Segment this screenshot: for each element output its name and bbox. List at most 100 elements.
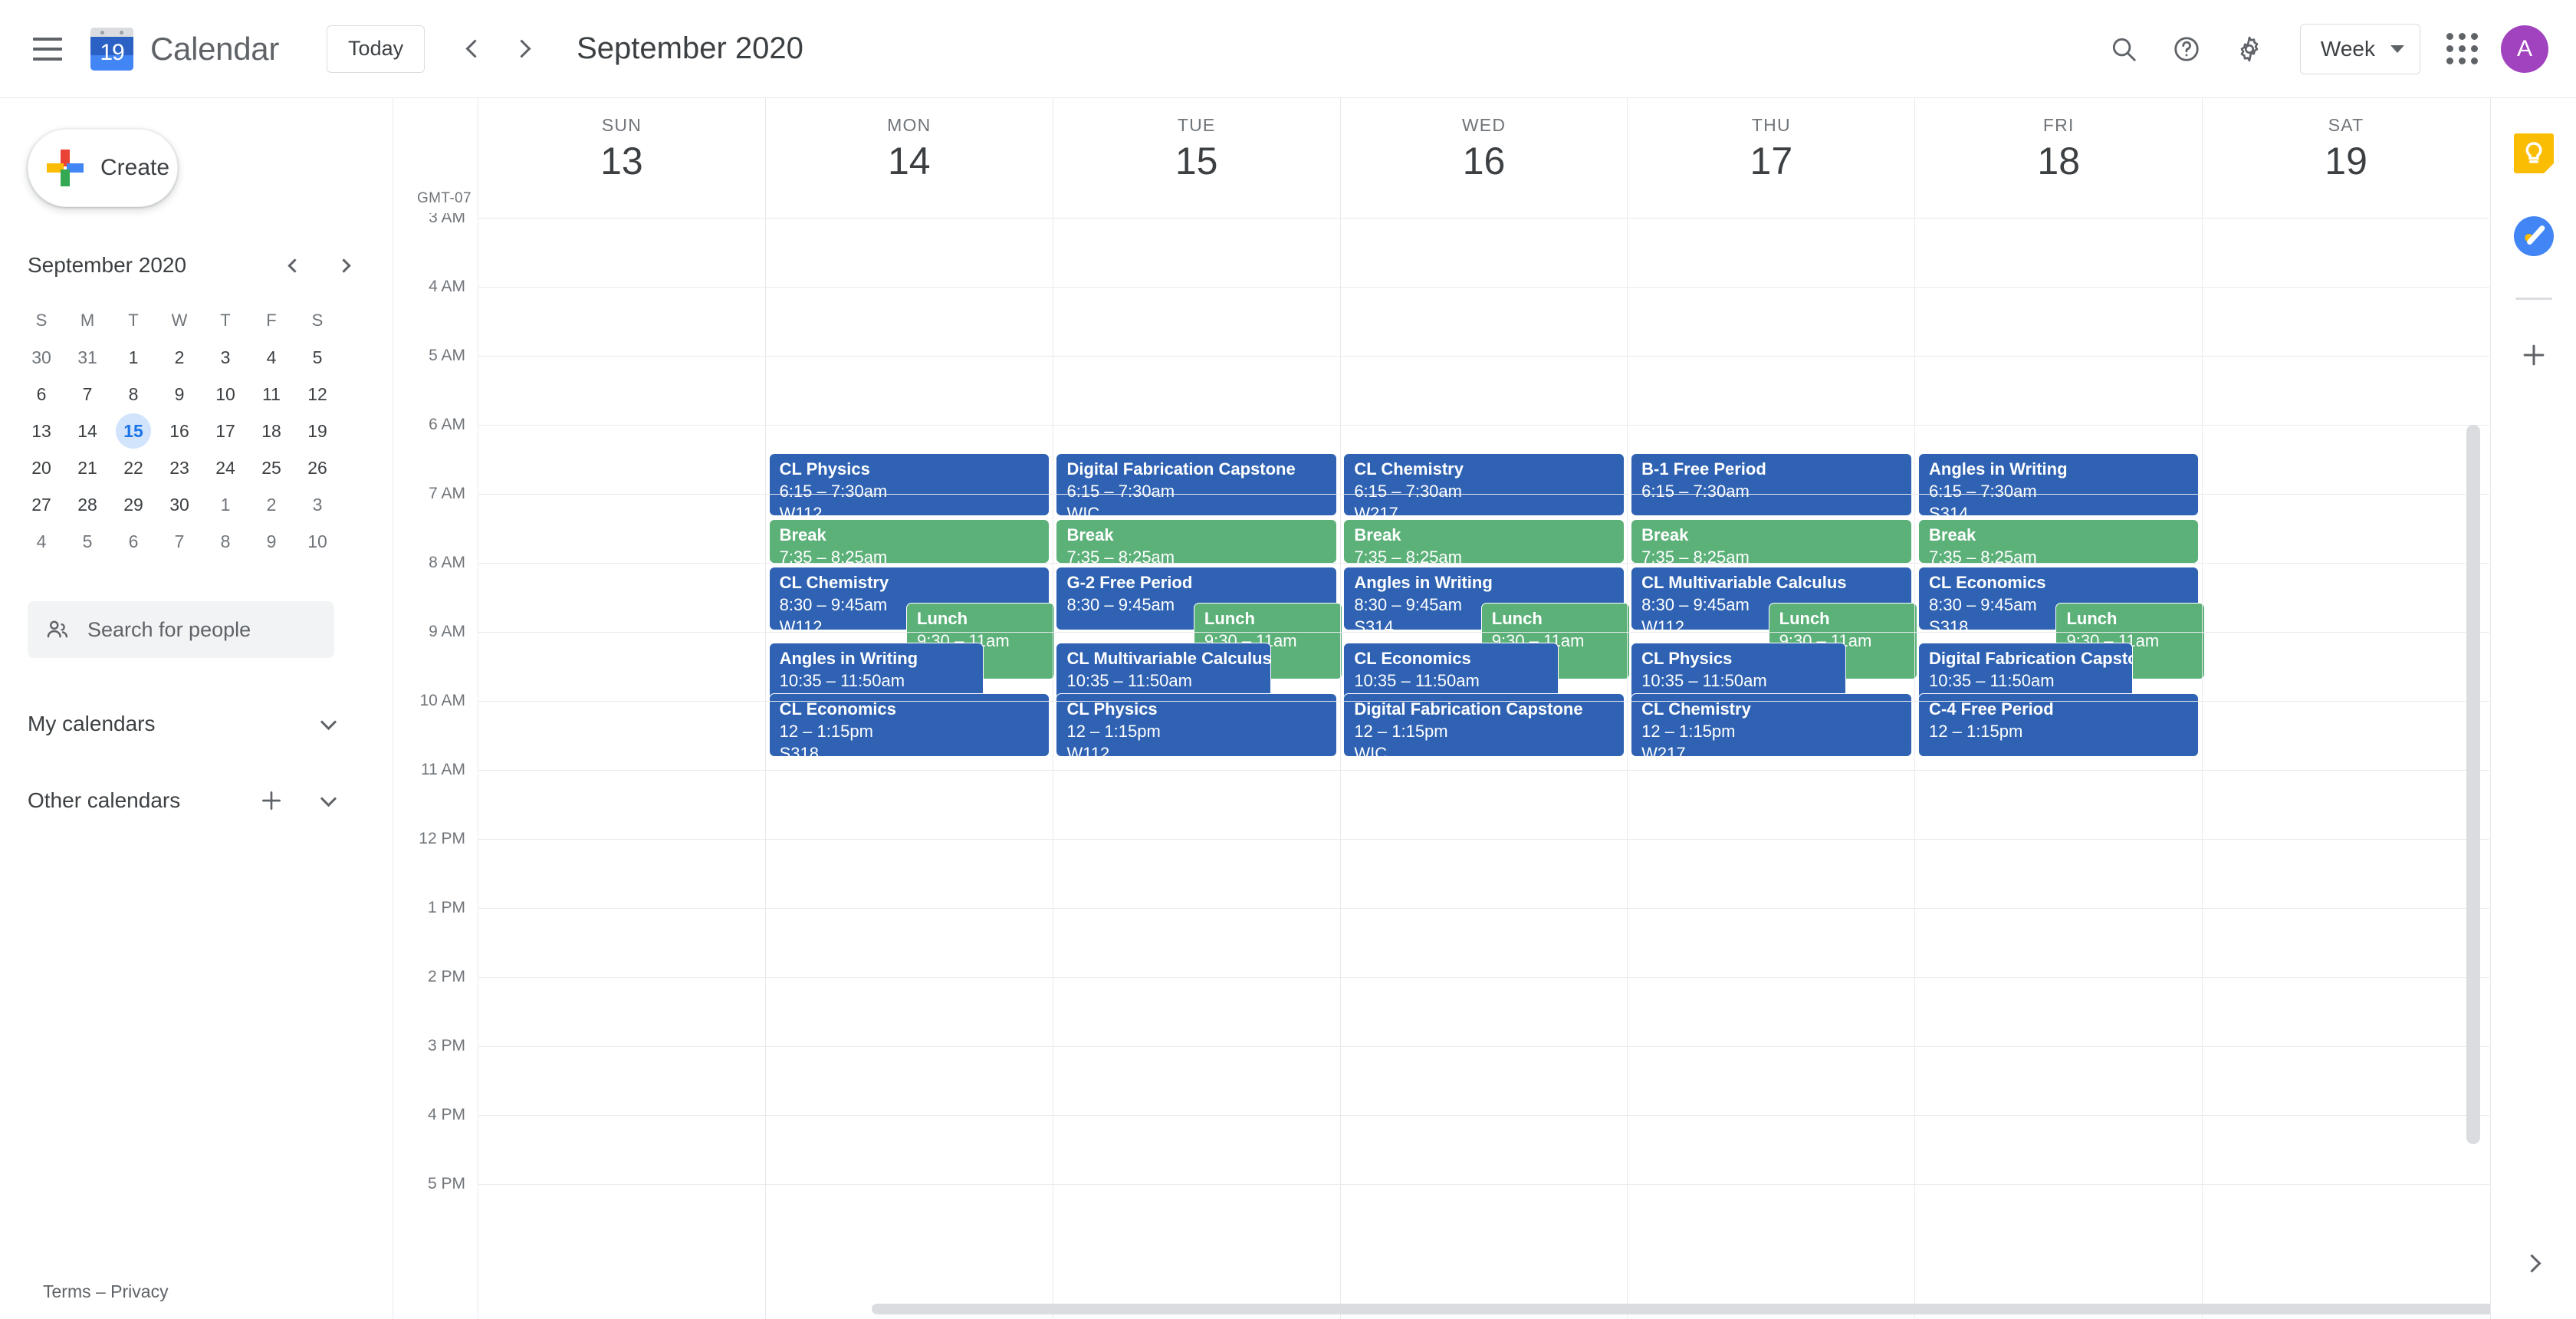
mini-calendar-day[interactable]: 16	[156, 413, 202, 449]
mini-calendar-day[interactable]: 12	[294, 376, 340, 413]
day-header-sun[interactable]: SUN 13	[478, 98, 765, 213]
mini-calendar-day[interactable]: 10	[294, 523, 340, 560]
calendar-event[interactable]: Digital Fabrication Capstone 12 – 1:15pm W…	[1343, 693, 1625, 757]
mini-calendar-day[interactable]: 30	[18, 339, 64, 376]
mini-calendar-day[interactable]: 5	[64, 523, 110, 560]
event-time: 6:15 – 7:30am	[1066, 481, 1175, 501]
mini-calendar-day[interactable]: 6	[18, 376, 64, 413]
mini-calendar-day[interactable]: 2	[156, 339, 202, 376]
calendar-event[interactable]: Digital Fabrication Capstone 6:15 – 7:30a…	[1056, 453, 1337, 516]
previous-period-button[interactable]	[448, 24, 498, 74]
day-header-thu[interactable]: THU 17	[1627, 98, 1914, 213]
day-header-tue[interactable]: TUE 15	[1052, 98, 1340, 213]
mini-calendar-day[interactable]: 30	[156, 486, 202, 523]
mini-calendar-day[interactable]: 7	[64, 376, 110, 413]
mini-calendar-day[interactable]: 4	[18, 523, 64, 560]
mini-calendar-day[interactable]: 9	[156, 376, 202, 413]
search-for-people-input[interactable]: Search for people	[28, 601, 334, 658]
mini-calendar-day[interactable]: 31	[64, 339, 110, 376]
tasks-button[interactable]	[2506, 209, 2561, 264]
help-button[interactable]	[2159, 21, 2214, 77]
my-calendars-collapse-button[interactable]	[307, 702, 350, 745]
calendar-event[interactable]: Break 7:35 – 8:25am	[1343, 519, 1625, 564]
mini-calendar-day[interactable]: 13	[18, 413, 64, 449]
mini-calendar-day[interactable]: 6	[110, 523, 156, 560]
mini-calendar-day[interactable]: 17	[202, 413, 248, 449]
calendar-event[interactable]: CL Chemistry 12 – 1:15pm W217	[1631, 693, 1912, 757]
mini-calendar-day[interactable]: 25	[248, 449, 294, 486]
mini-calendar-day[interactable]: 27	[18, 486, 64, 523]
add-addon-button[interactable]	[2506, 327, 2561, 383]
mini-calendar-day[interactable]: 24	[202, 449, 248, 486]
search-button[interactable]	[2096, 21, 2151, 77]
google-apps-button[interactable]	[2446, 33, 2478, 64]
calendar-scroll-area[interactable]: 3 AM 4 AM 5 AM 6 AM 7 AM 8 AM 9 AM 10 AM 11 AM 12…	[393, 213, 2489, 1319]
mini-calendar-day[interactable]: 26	[294, 449, 340, 486]
day-column-fri[interactable]: Angles in Writing 6:15 – 7:30am S314 Break 7…	[1914, 213, 2205, 1319]
mini-prev-month-button[interactable]	[273, 245, 313, 285]
day-column-thu[interactable]: B-1 Free Period 6:15 – 7:30am Break 7:35 – …	[1627, 213, 1918, 1319]
mini-calendar-day[interactable]: 2	[248, 486, 294, 523]
hamburger-icon[interactable]	[28, 29, 67, 69]
day-column-mon[interactable]: CL Physics 6:15 – 7:30am W112 Break 7:35 – 8…	[764, 213, 1056, 1319]
avatar[interactable]: A	[2501, 25, 2548, 73]
day-header-wed[interactable]: WED 16	[1339, 98, 1628, 213]
mini-calendar-day[interactable]: 23	[156, 449, 202, 486]
mini-calendar-day[interactable]: 29	[110, 486, 156, 523]
calendar-event[interactable]: B-1 Free Period 6:15 – 7:30am	[1631, 453, 1912, 516]
mini-calendar-day[interactable]: 22	[110, 449, 156, 486]
add-other-calendar-button[interactable]	[250, 779, 293, 822]
calendar-event[interactable]: CL Physics 12 – 1:15pm W112	[1056, 693, 1337, 757]
calendar-event[interactable]: C-4 Free Period 12 – 1:15pm	[1918, 693, 2200, 757]
calendar-event[interactable]: CL Economics 12 – 1:15pm S318	[768, 693, 1050, 757]
calendar-event[interactable]: Break 7:35 – 8:25am	[768, 519, 1050, 564]
app-logo[interactable]: 19 Calendar	[90, 27, 279, 71]
mini-calendar-day[interactable]: 3	[294, 486, 340, 523]
mini-calendar-day[interactable]: 1	[110, 339, 156, 376]
view-selector[interactable]: Week	[2299, 23, 2420, 74]
mini-calendar-day[interactable]: 28	[64, 486, 110, 523]
mini-calendar-day[interactable]: 7	[156, 523, 202, 560]
next-period-button[interactable]	[498, 24, 549, 74]
day-header-fri[interactable]: FRI 18	[1914, 98, 2202, 213]
other-calendars-section[interactable]: Other calendars	[28, 768, 350, 833]
day-header-mon[interactable]: MON 14	[764, 98, 1053, 213]
mini-calendar-day[interactable]: 11	[248, 376, 294, 413]
calendar-event[interactable]: CL Physics 6:15 – 7:30am W112	[768, 453, 1050, 516]
calendar-event[interactable]: Angles in Writing 6:15 – 7:30am S314	[1918, 453, 2200, 516]
mini-calendar-day[interactable]: 3	[202, 339, 248, 376]
day-column-wed[interactable]: CL Chemistry 6:15 – 7:30am W217 Break 7:35 –…	[1339, 213, 1631, 1319]
day-column-sun[interactable]	[478, 213, 765, 1319]
mini-calendar-day[interactable]: 9	[248, 523, 294, 560]
settings-button[interactable]	[2222, 21, 2277, 77]
calendar-event[interactable]: Break 7:35 – 8:25am	[1631, 519, 1912, 564]
mini-calendar-day[interactable]: 10	[202, 376, 248, 413]
mini-next-month-button[interactable]	[325, 245, 365, 285]
other-calendars-collapse-button[interactable]	[307, 779, 350, 822]
vertical-scrollbar[interactable]	[2466, 425, 2480, 1144]
mini-calendar-day[interactable]: 8	[110, 376, 156, 413]
calendar-event[interactable]: CL Chemistry 6:15 – 7:30am W217	[1343, 453, 1625, 516]
my-calendars-section[interactable]: My calendars	[28, 692, 350, 756]
mini-calendar-day[interactable]: 18	[248, 413, 294, 449]
horizontal-scrollbar[interactable]	[872, 1304, 2576, 1314]
mini-calendar-day[interactable]: 5	[294, 339, 340, 376]
footer-links[interactable]: Terms – Privacy	[43, 1281, 169, 1302]
day-column-sat[interactable]	[2202, 213, 2489, 1319]
mini-calendar-day[interactable]: 1	[202, 486, 248, 523]
today-button[interactable]: Today	[327, 25, 426, 73]
calendar-event[interactable]: Break 7:35 – 8:25am	[1918, 519, 2200, 564]
day-header-sat[interactable]: SAT 19	[2202, 98, 2489, 213]
create-button[interactable]: Create	[28, 129, 178, 207]
mini-calendar-day[interactable]: 4	[248, 339, 294, 376]
mini-calendar-day[interactable]: 21	[64, 449, 110, 486]
day-column-tue[interactable]: Digital Fabrication Capstone 6:15 – 7:30a…	[1052, 213, 1343, 1319]
mini-calendar-day[interactable]: 20	[18, 449, 64, 486]
mini-calendar-day[interactable]: 19	[294, 413, 340, 449]
expand-panel-button[interactable]	[2509, 1238, 2559, 1288]
mini-calendar-day[interactable]: 14	[64, 413, 110, 449]
mini-calendar-day[interactable]: 8	[202, 523, 248, 560]
calendar-event[interactable]: Break 7:35 – 8:25am	[1056, 519, 1337, 564]
mini-calendar-day[interactable]: 15	[110, 413, 156, 449]
keep-button[interactable]	[2506, 126, 2561, 181]
